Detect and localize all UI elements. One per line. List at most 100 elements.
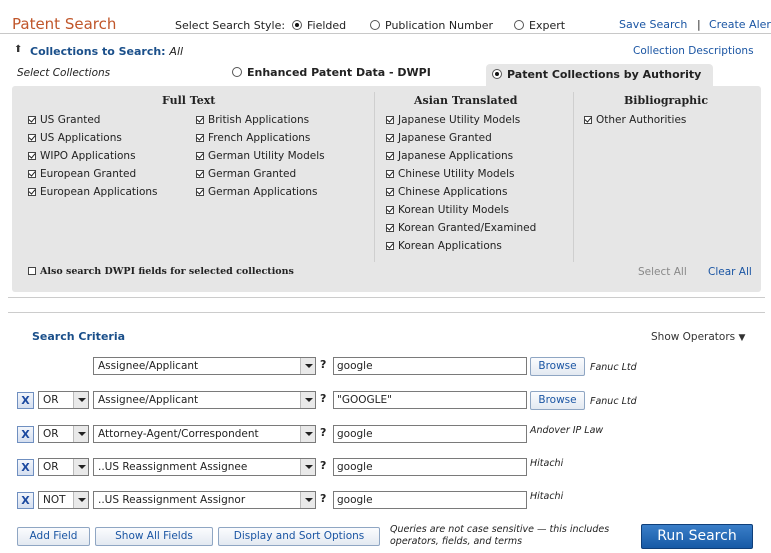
collection-european-granted[interactable]: European Granted: [28, 168, 136, 180]
collection-german-utility-models[interactable]: German Utility Models: [196, 150, 325, 162]
field-select-value: ..US Reassignment Assignor: [98, 494, 246, 506]
checkbox[interactable]: [28, 152, 36, 160]
remove-row-button[interactable]: X: [17, 426, 34, 443]
search-term-input[interactable]: google: [333, 491, 527, 509]
field-select-value: Assignee/Applicant: [98, 394, 199, 406]
operator-select[interactable]: OR: [38, 458, 89, 476]
field-select-value: ..US Reassignment Assignee: [98, 461, 248, 473]
checkbox[interactable]: [196, 170, 204, 178]
field-select[interactable]: ..US Reassignment Assignor: [93, 491, 316, 509]
collection-korean-applications[interactable]: Korean Applications: [386, 240, 502, 252]
checkbox[interactable]: [196, 134, 204, 142]
collection-chinese-utility-models[interactable]: Chinese Utility Models: [386, 168, 515, 180]
style-option-fielded[interactable]: Fielded: [292, 19, 346, 32]
dropdown-arrow-icon: [73, 426, 88, 442]
expert-radio[interactable]: [514, 20, 524, 30]
search-term-input[interactable]: google: [333, 425, 527, 443]
checkbox[interactable]: [196, 188, 204, 196]
collection-british-applications[interactable]: British Applications: [196, 114, 309, 126]
field-select[interactable]: Assignee/Applicant: [93, 357, 316, 375]
style-option-expert[interactable]: Expert: [514, 19, 565, 32]
help-icon[interactable]: ?: [320, 426, 326, 439]
show-operators-link[interactable]: Show Operators ▼: [651, 331, 745, 343]
collection-korean-utility-models[interactable]: Korean Utility Models: [386, 204, 509, 216]
collection-label: Korean Utility Models: [398, 204, 509, 216]
browse-button[interactable]: Browse: [530, 357, 585, 376]
checkbox[interactable]: [196, 116, 204, 124]
enhanced-dwpi-radio[interactable]: [232, 67, 242, 77]
collection-us-applications[interactable]: US Applications: [28, 132, 122, 144]
patent-collections-radio[interactable]: [492, 69, 502, 79]
checkbox[interactable]: [386, 224, 394, 232]
checkbox[interactable]: [28, 134, 36, 142]
collection-label: French Applications: [208, 132, 311, 144]
collection-japanese-applications[interactable]: Japanese Applications: [386, 150, 513, 162]
collection-us-granted[interactable]: US Granted: [28, 114, 100, 126]
collection-japanese-utility-models[interactable]: Japanese Utility Models: [386, 114, 520, 126]
operator-select-value: NOT: [43, 494, 66, 506]
operator-select[interactable]: OR: [38, 391, 89, 409]
fielded-radio[interactable]: [292, 20, 302, 30]
field-select[interactable]: Attorney-Agent/Correspondent: [93, 425, 316, 443]
tab-enhanced-dwpi[interactable]: Enhanced Patent Data - DWPI: [232, 66, 431, 79]
select-collections-label: Select Collections: [17, 67, 111, 79]
checkbox[interactable]: [386, 206, 394, 214]
header-separator: |: [697, 18, 701, 31]
checkbox[interactable]: [196, 152, 204, 160]
style-option-publication-number[interactable]: Publication Number: [370, 19, 493, 32]
remove-row-button[interactable]: X: [17, 392, 34, 409]
checkbox[interactable]: [584, 116, 592, 124]
collection-french-applications[interactable]: French Applications: [196, 132, 310, 144]
checkbox[interactable]: [386, 134, 394, 142]
help-icon[interactable]: ?: [320, 392, 326, 405]
collection-european-applications[interactable]: European Applications: [28, 186, 158, 198]
remove-row-button[interactable]: X: [17, 492, 34, 509]
collection-other-authorities[interactable]: Other Authorities: [584, 114, 686, 126]
checkbox[interactable]: [28, 170, 36, 178]
full-text-heading: Full Text: [162, 94, 216, 107]
display-sort-options-button[interactable]: Display and Sort Options: [218, 527, 380, 546]
show-all-fields-button[interactable]: Show All Fields: [95, 527, 213, 546]
browse-button[interactable]: Browse: [530, 391, 585, 410]
search-term-input[interactable]: google: [333, 458, 527, 476]
collection-korean-granted-examined[interactable]: Korean Granted/Examined: [386, 222, 536, 234]
create-alert-link[interactable]: Create Aler: [709, 18, 771, 31]
remove-row-button[interactable]: X: [17, 459, 34, 476]
select-all-link[interactable]: Select All: [638, 266, 687, 278]
save-search-link[interactable]: Save Search: [619, 18, 687, 31]
checkbox[interactable]: [386, 116, 394, 124]
collection-wipo-applications[interactable]: WIPO Applications: [28, 150, 136, 162]
collection-japanese-granted[interactable]: Japanese Granted: [386, 132, 492, 144]
collection-german-applications[interactable]: German Applications: [196, 186, 318, 198]
collections-heading: Collections to Search: All: [30, 45, 183, 58]
publication-number-radio[interactable]: [370, 20, 380, 30]
checkbox[interactable]: [386, 152, 394, 160]
search-term-input[interactable]: "GOOGLE": [333, 391, 527, 409]
operator-select[interactable]: NOT: [38, 491, 89, 509]
checkbox[interactable]: [386, 170, 394, 178]
search-term-input[interactable]: google: [333, 357, 527, 375]
checkbox[interactable]: [28, 116, 36, 124]
dropdown-arrow-icon: [73, 492, 88, 508]
checkbox[interactable]: [28, 188, 36, 196]
collection-label: US Granted: [40, 114, 101, 126]
checkbox[interactable]: [386, 242, 394, 250]
dwpi-fields-option[interactable]: Also search DWPI fields for selected col…: [28, 266, 294, 277]
help-icon[interactable]: ?: [320, 358, 326, 371]
collection-descriptions-link[interactable]: Collection Descriptions: [633, 45, 754, 57]
collapse-collections-icon[interactable]: ⬆: [14, 44, 22, 55]
field-select[interactable]: ..US Reassignment Assignee: [93, 458, 316, 476]
clear-all-link[interactable]: Clear All: [708, 266, 752, 278]
checkbox[interactable]: [386, 188, 394, 196]
tab-patent-collections-by-authority[interactable]: Patent Collections by Authority: [486, 64, 713, 87]
collection-chinese-applications[interactable]: Chinese Applications: [386, 186, 507, 198]
checkbox[interactable]: [28, 267, 36, 275]
case-sensitivity-note-line2: operators, fields, and terms: [390, 536, 523, 547]
operator-select[interactable]: OR: [38, 425, 89, 443]
help-icon[interactable]: ?: [320, 492, 326, 505]
collection-german-granted[interactable]: German Granted: [196, 168, 296, 180]
help-icon[interactable]: ?: [320, 459, 326, 472]
add-field-button[interactable]: Add Field: [17, 527, 90, 546]
field-select[interactable]: Assignee/Applicant: [93, 391, 316, 409]
run-search-button[interactable]: Run Search: [641, 524, 753, 549]
